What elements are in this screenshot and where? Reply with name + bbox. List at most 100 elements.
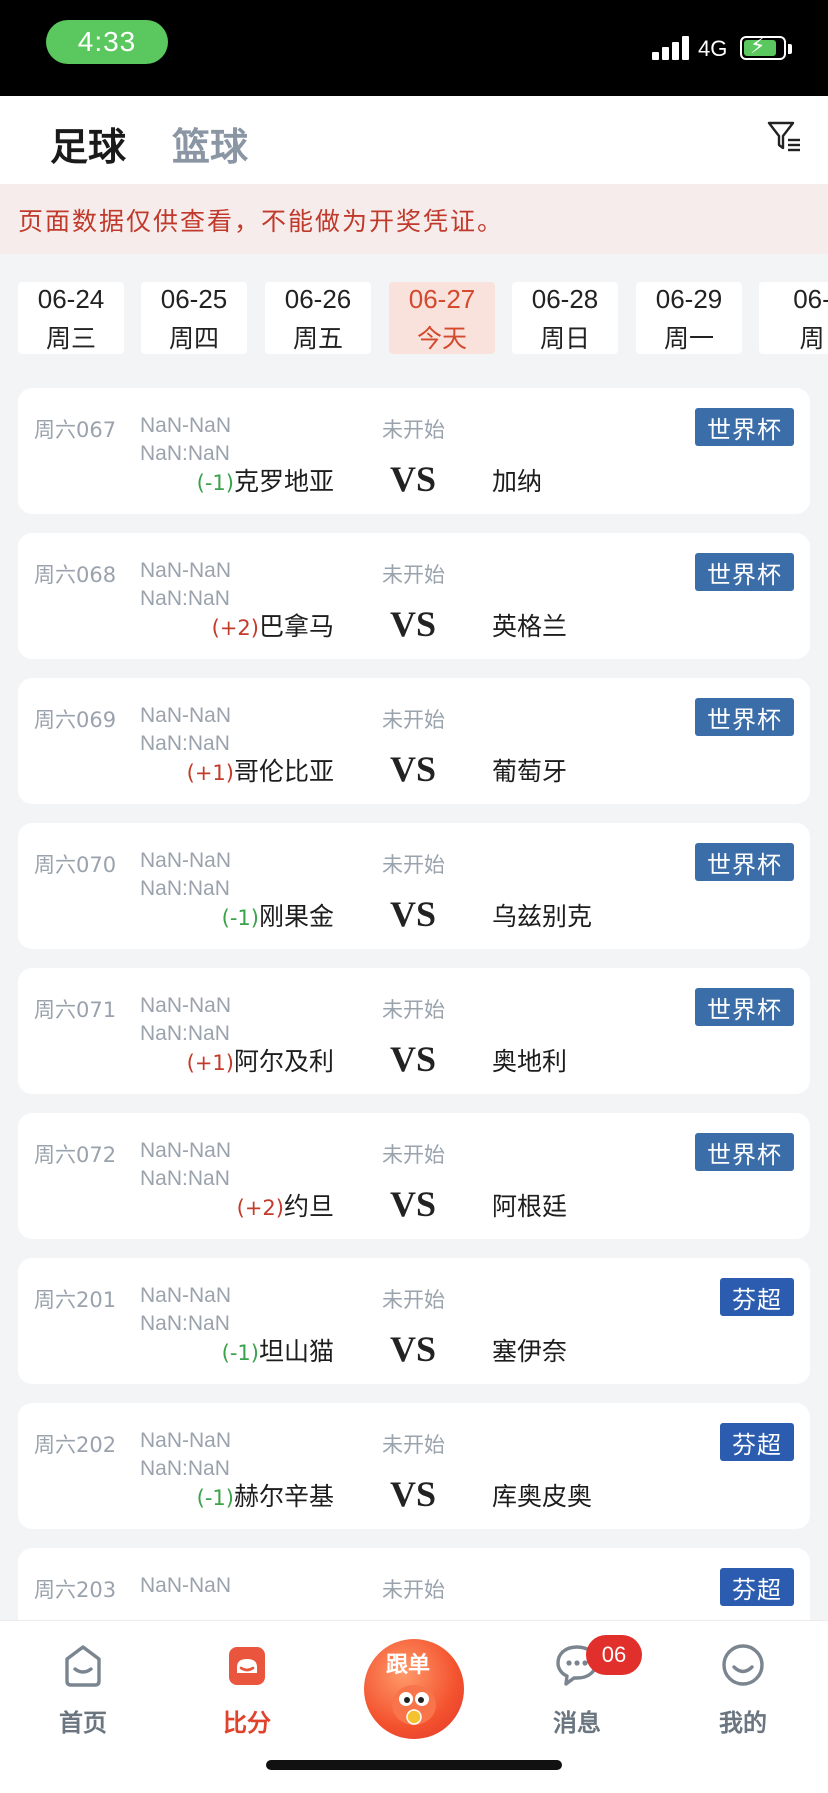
match-card[interactable]: 周六201 NaN-NaN NaN:NaN 未开始 (-1)坦山猫 VS 塞伊奈…: [18, 1258, 810, 1384]
handicap: (-1): [221, 906, 259, 930]
home-team: (-1)坦山猫: [221, 1337, 334, 1366]
away-team: 塞伊奈: [492, 1337, 568, 1366]
handicap: (-1): [196, 471, 234, 495]
tab-score[interactable]: 比分: [192, 1641, 302, 1738]
match-half-score: NaN:NaN: [140, 1167, 230, 1190]
date-item-today[interactable]: 06-27 今天: [389, 282, 495, 354]
vs-label: VS: [390, 604, 437, 644]
match-code: 周六201: [34, 1288, 117, 1312]
status-bar: 4:33 4G ⚡: [0, 0, 828, 96]
handicap: (+2): [211, 616, 259, 640]
match-card[interactable]: 周六071 NaN-NaN NaN:NaN 未开始 (+1)阿尔及利 VS 奥地…: [18, 968, 810, 1094]
match-code: 周六067: [34, 418, 117, 442]
match-code: 周六068: [34, 563, 117, 587]
match-status: 未开始: [382, 853, 445, 877]
match-card[interactable]: 周六069 NaN-NaN NaN:NaN 未开始 (+1)哥伦比亚 VS 葡萄…: [18, 678, 810, 804]
match-score: NaN-NaN: [140, 704, 232, 727]
match-code: 周六072: [34, 1143, 117, 1167]
mascot-face-icon: [392, 1685, 436, 1725]
league-badge: 世界杯: [695, 1133, 794, 1171]
league-badge: 芬超: [720, 1278, 794, 1316]
status-time: 4:33: [46, 20, 168, 64]
match-code: 周六070: [34, 853, 117, 877]
match-code: 周六069: [34, 708, 117, 732]
date-item[interactable]: 06-26 周五: [265, 282, 371, 354]
match-code: 周六202: [34, 1433, 117, 1457]
match-half-score: NaN:NaN: [140, 877, 230, 900]
away-team: 葡萄牙: [492, 757, 568, 786]
away-team: 英格兰: [492, 612, 568, 641]
vs-label: VS: [390, 1184, 437, 1224]
follow-mascot-icon[interactable]: 跟单: [364, 1639, 464, 1739]
league-badge: 世界杯: [695, 843, 794, 881]
date-item[interactable]: 06-25 周四: [141, 282, 247, 354]
score-icon: [229, 1647, 265, 1685]
vs-label: VS: [390, 894, 437, 934]
signal-icon: [652, 36, 692, 60]
handicap: (-1): [196, 1486, 234, 1510]
match-status: 未开始: [382, 1433, 445, 1457]
match-score: NaN-NaN: [140, 1139, 232, 1162]
away-team: 加纳: [492, 467, 543, 496]
profile-icon: [722, 1644, 764, 1686]
match-score: NaN-NaN: [140, 1284, 232, 1307]
vs-label: VS: [390, 1039, 437, 1079]
tab-football[interactable]: 足球: [50, 116, 126, 171]
date-item[interactable]: 06-29 周一: [636, 282, 742, 354]
home-team: (-1)刚果金: [221, 902, 334, 931]
handicap: (+1): [186, 761, 234, 785]
match-score: NaN-NaN: [140, 994, 232, 1017]
home-team: (+2)巴拿马: [211, 612, 334, 641]
filter-icon[interactable]: [766, 118, 802, 154]
home-indicator[interactable]: [266, 1760, 562, 1770]
home-team: (-1)赫尔辛基: [196, 1482, 334, 1511]
match-card[interactable]: 周六202 NaN-NaN NaN:NaN 未开始 (-1)赫尔辛基 VS 库奥…: [18, 1403, 810, 1529]
handicap: (-1): [221, 1341, 259, 1365]
match-status: 未开始: [382, 708, 445, 732]
league-badge: 世界杯: [695, 408, 794, 446]
vs-label: VS: [390, 459, 437, 499]
home-team: (+1)哥伦比亚: [186, 757, 334, 786]
match-status: 未开始: [382, 418, 445, 442]
match-status: 未开始: [382, 1143, 445, 1167]
match-score: NaN-NaN: [140, 1574, 232, 1597]
match-status: 未开始: [382, 563, 445, 587]
match-status: 未开始: [382, 998, 445, 1022]
match-score: NaN-NaN: [140, 414, 232, 437]
match-half-score: NaN:NaN: [140, 1312, 230, 1335]
tab-home[interactable]: 首页: [28, 1641, 138, 1738]
home-team: (+1)阿尔及利: [186, 1047, 334, 1076]
match-card[interactable]: 周六072 NaN-NaN NaN:NaN 未开始 (+2)约旦 VS 阿根廷 …: [18, 1113, 810, 1239]
date-item[interactable]: 06-28 周日: [512, 282, 618, 354]
vs-label: VS: [390, 749, 437, 789]
match-score: NaN-NaN: [140, 849, 232, 872]
date-item[interactable]: 06-24 周三: [18, 282, 124, 354]
match-card[interactable]: 周六070 NaN-NaN NaN:NaN 未开始 (-1)刚果金 VS 乌兹别…: [18, 823, 810, 949]
header: 足球 篮球: [0, 96, 828, 184]
home-team: (-1)克罗地亚: [196, 467, 334, 496]
vs-label: VS: [390, 1329, 437, 1369]
match-card[interactable]: 周六067 NaN-NaN NaN:NaN 未开始 (-1)克罗地亚 VS 加纳…: [18, 388, 810, 514]
notice-text: 页面数据仅供查看，不能做为开奖凭证。: [18, 207, 505, 236]
league-badge: 世界杯: [695, 698, 794, 736]
network-type: 4G: [698, 36, 728, 61]
vs-label: VS: [390, 1474, 437, 1514]
date-selector: 06-24 周三 06-25 周四 06-26 周五 06-27 今天 06-28 周日 …: [0, 282, 828, 354]
league-badge: 世界杯: [695, 988, 794, 1026]
match-status: 未开始: [382, 1578, 445, 1602]
match-status: 未开始: [382, 1288, 445, 1312]
match-score: NaN-NaN: [140, 1429, 232, 1452]
match-card[interactable]: 周六203 NaN-NaN 未开始 芬超: [18, 1548, 810, 1620]
league-badge: 芬超: [720, 1568, 794, 1606]
away-team: 奥地利: [492, 1047, 568, 1076]
date-item[interactable]: 06- 周: [759, 282, 828, 354]
away-team: 库奥皮奥: [492, 1482, 593, 1511]
tab-profile[interactable]: 我的: [688, 1641, 798, 1738]
match-code: 周六203: [34, 1578, 117, 1602]
match-card[interactable]: 周六068 NaN-NaN NaN:NaN 未开始 (+2)巴拿马 VS 英格兰…: [18, 533, 810, 659]
tab-basketball[interactable]: 篮球: [172, 116, 248, 171]
away-team: 阿根廷: [492, 1192, 568, 1221]
match-code: 周六071: [34, 998, 117, 1022]
notice-banner: 页面数据仅供查看，不能做为开奖凭证。: [0, 184, 828, 254]
handicap: (+1): [186, 1051, 234, 1075]
